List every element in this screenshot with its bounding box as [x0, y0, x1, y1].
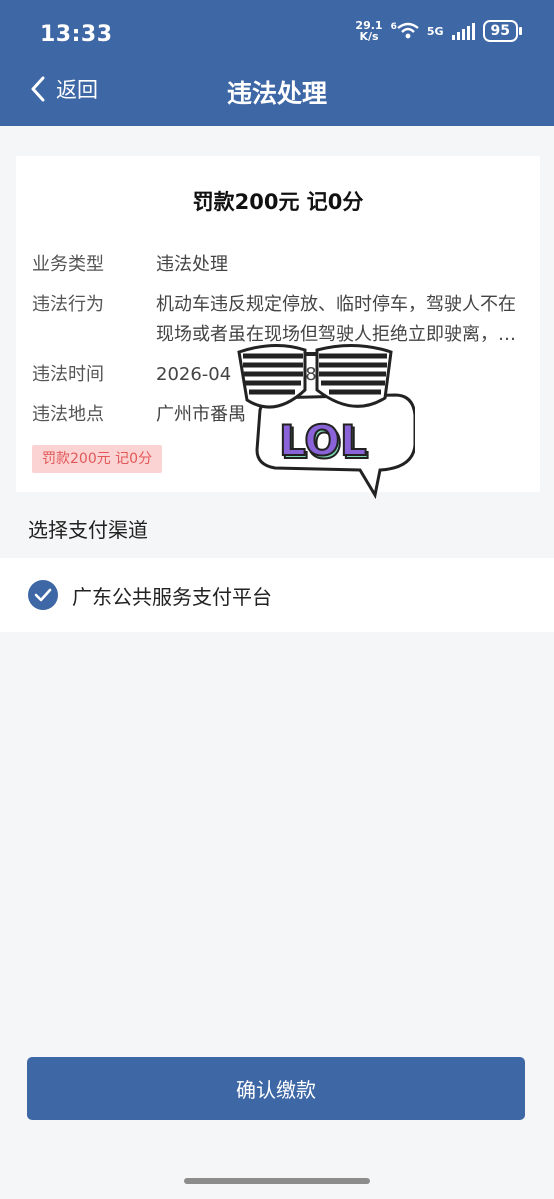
app-header: 13:33 29.1 K/s 6 5G 95 返回 违法处理 [0, 0, 554, 126]
signal-icon [451, 22, 475, 40]
page-title: 违法处理 [226, 79, 327, 108]
checkmark-icon[interactable] [28, 580, 58, 610]
svg-text:LOL: LOL [279, 416, 367, 465]
row-business-type: 业务类型 违法处理 [32, 250, 516, 280]
row-label: 违法地点 [32, 404, 104, 425]
sunglasses-lol-sticker-icon: LOL LOL [237, 343, 415, 500]
battery-indicator: 95 [482, 20, 523, 42]
row-label: 违法行为 [32, 294, 104, 315]
payment-channel-label: 广东公共服务支付平台 [72, 584, 272, 609]
confirm-payment-button[interactable]: 确认缴款 [27, 1057, 525, 1120]
row-value: 违法处理 [156, 254, 228, 275]
payment-channel-option[interactable]: 广东公共服务支付平台 [0, 558, 554, 632]
fine-badge: 罚款200元 记0分 [32, 445, 163, 473]
status-time: 13:33 [40, 22, 113, 47]
status-icons: 29.1 K/s 6 5G 95 [355, 19, 523, 43]
row-label: 违法时间 [32, 364, 104, 385]
row-label: 业务类型 [32, 254, 104, 275]
wifi-icon: 6 [391, 22, 419, 40]
home-indicator[interactable] [184, 1178, 370, 1184]
net-speed: 29.1 K/s [355, 19, 383, 43]
fine-title: 罚款200元 记0分 [192, 190, 364, 214]
network-label: 5G [426, 24, 444, 38]
payment-section-title: 选择支付渠道 [28, 518, 148, 542]
